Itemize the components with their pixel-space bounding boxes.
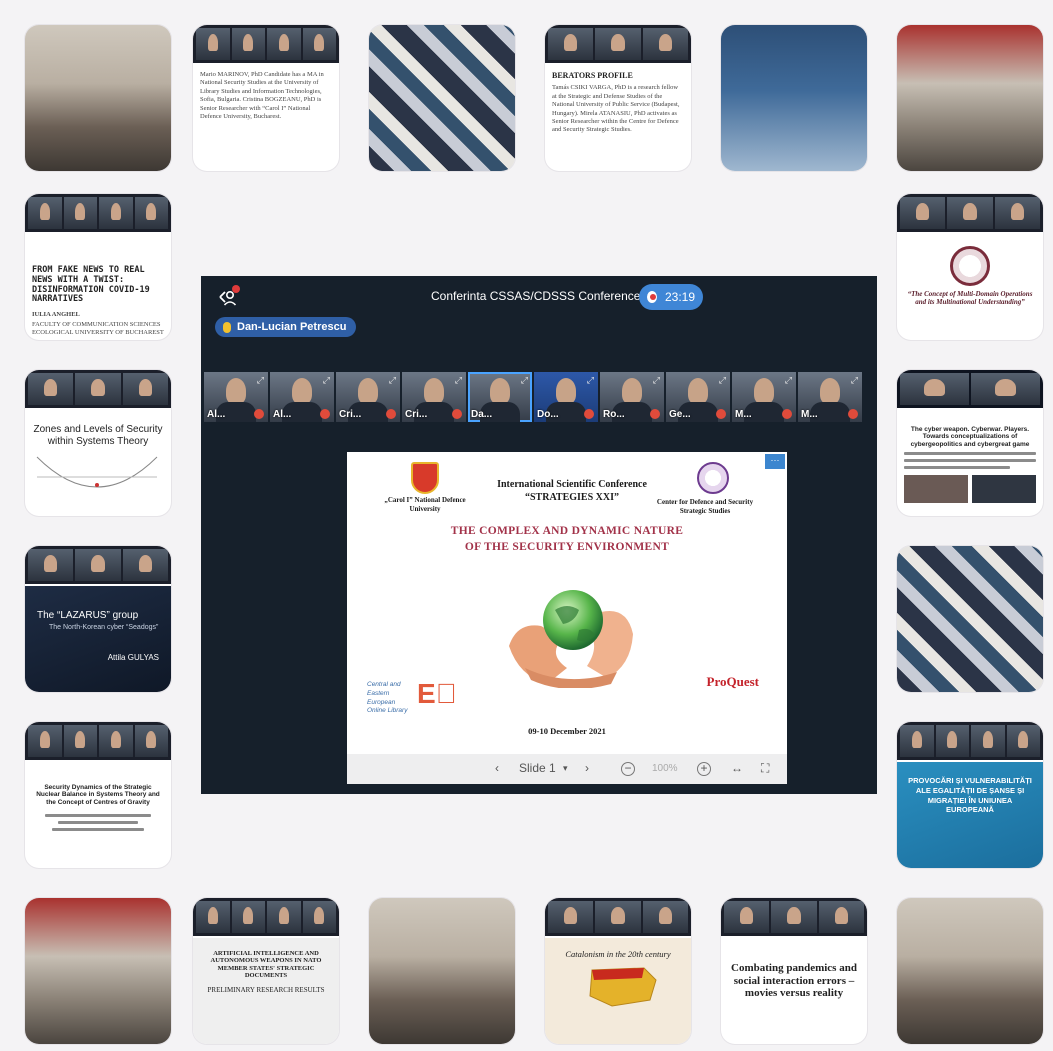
collage-photo-speaker [897, 25, 1043, 171]
collage-slide-cyber-weapon: The cyber weapon. Cyberwar. Players. Tow… [897, 370, 1043, 516]
expand-icon[interactable]: ⤢ [719, 375, 726, 386]
muted-mic-icon [584, 409, 594, 419]
muted-mic-icon [320, 409, 330, 419]
ceeol-logo: Central and Eastern European Online Libr… [367, 678, 457, 715]
participant-tile[interactable]: ⤢ M... [798, 372, 862, 422]
active-speaker-name: Dan-Lucian Petrescu [237, 321, 347, 333]
muted-mic-icon [254, 409, 264, 419]
ceeol-e-icon: E⃒ [417, 678, 457, 709]
collage-photo-office-officer [25, 898, 171, 1044]
expand-icon[interactable]: ⤢ [653, 375, 660, 386]
slide-menu-button[interactable]: ··· [765, 454, 785, 469]
globe-in-hands-image [509, 590, 633, 688]
cyber-slide-photos [904, 475, 1036, 504]
collage-slide-collaborators-profile: Mario MARINOV, PhD Candidate has a MA in… [193, 25, 339, 171]
muted-mic-icon [782, 409, 792, 419]
collage-slide-collaborators-profile-2: BERATORS PROFILE Tamás CSIKI VARGA, PhD … [545, 25, 691, 171]
collage-photo-publications [721, 25, 867, 171]
collage-photo-participant-laptop [369, 898, 515, 1044]
ndu-crest-icon [411, 462, 439, 494]
fit-width-icon[interactable]: ↔ [731, 761, 743, 775]
zoom-level: 100% [652, 763, 678, 774]
spain-map-icon [589, 967, 657, 1007]
lazarus-title: The “LAZARUS” group [37, 610, 139, 621]
chevron-down-icon[interactable]: ▾ [563, 763, 568, 774]
timer-text: 23:19 [664, 290, 695, 304]
collage-slide-ai-weapons: ARTIFICIAL INTELLIGENCE AND AUTONOMOUS W… [193, 898, 339, 1044]
expand-icon[interactable]: ⤢ [587, 375, 594, 386]
conference-name: International Scientific Conference “STR… [497, 479, 647, 503]
conference-theme: THE COMPLEX AND DYNAMIC NATURE OF THE SE… [450, 525, 684, 553]
conference-topbar: Conferinta CSSAS/CDSSS Conference 23:19 [201, 276, 877, 318]
collage-slide-zones-security: Zones and Levels of Security within Syst… [25, 370, 171, 516]
collage-slide-pandemics: Combating pandemics and social interacti… [721, 898, 867, 1044]
security-zones-diagram [36, 456, 158, 488]
participant-tile[interactable]: ⤢ Ro... [600, 372, 664, 422]
conference-window: Conferinta CSSAS/CDSSS Conference 23:19 … [201, 276, 877, 794]
participant-tile[interactable]: ⤢ Cri... [336, 372, 400, 422]
fullscreen-icon[interactable]: ⛶ [761, 761, 769, 776]
cdsss-name: Center for Defence and Security Strategi… [656, 498, 754, 515]
lazarus-author: Attila GULYAS [107, 653, 159, 662]
participant-tile[interactable]: ⤢ Cri... [402, 372, 466, 422]
expand-icon[interactable]: ⤢ [521, 375, 528, 386]
muted-mic-icon [452, 409, 462, 419]
active-speaker-badge: Dan-Lucian Petrescu [215, 317, 357, 337]
collage-photo-publications-grid [897, 546, 1043, 692]
muted-mic-icon [386, 409, 396, 419]
collage-slide-fake-news: FROM FAKE NEWS TO REAL NEWS WITH A TWIST… [25, 194, 171, 340]
collage-photo-mosaic [369, 25, 515, 171]
microphone-icon [223, 321, 231, 333]
conference-title: Conferinta CSSAS/CDSSS Conference [431, 289, 641, 303]
provocari-title: PROVOCĂRI ȘI VULNERABILITĂȚI ALE EGALITĂ… [908, 776, 1032, 815]
participant-strip: ⤢ Al... ⤢ Al... ⤢ Cri... ⤢ Cri... ⤢ Da... ⤢ Do… [204, 372, 876, 422]
muted-mic-icon [848, 409, 858, 419]
recording-timer[interactable]: 23:19 [639, 284, 703, 310]
expand-icon[interactable]: ⤢ [323, 375, 330, 386]
collage-photo-officer-computer [897, 898, 1043, 1044]
proquest-logo: ProQuest [706, 674, 759, 689]
exit-call-icon[interactable] [216, 285, 240, 308]
collage-slide-multidomain: “The Concept of Multi-Domain Operations … [897, 194, 1043, 340]
expand-icon[interactable]: ⤢ [851, 375, 858, 386]
collage-slide-nuclear-balance: Security Dynamics of the Strategic Nucle… [25, 722, 171, 868]
participant-tile[interactable]: ⤢ Al... [204, 372, 268, 422]
conference-dates: 09-10 December 2021 [528, 726, 606, 736]
record-icon [647, 291, 657, 303]
lazarus-subtitle: The North-Korean cyber “Seadogs” [49, 624, 159, 631]
shared-slide: ··· „Carol I” National Defence Universit… [347, 452, 787, 784]
participant-tile[interactable]: ⤢ Do... [534, 372, 598, 422]
zoom-in-icon[interactable]: + [697, 762, 711, 776]
participant-tile[interactable]: ⤢ Al... [270, 372, 334, 422]
collage-photo-participant [25, 25, 171, 171]
muted-mic-icon [716, 409, 726, 419]
collage-slide-catalonia: Catalonism in the 20th century [545, 898, 691, 1044]
expand-icon[interactable]: ⤢ [785, 375, 792, 386]
expand-icon[interactable]: ⤢ [389, 375, 396, 386]
muted-mic-icon [650, 409, 660, 419]
ndu-name: „Carol I” National Defence University [384, 496, 466, 513]
collage-slide-lazarus: The “LAZARUS” group The North-Korean cyb… [25, 546, 171, 692]
expand-icon[interactable]: ⤢ [257, 375, 264, 386]
participant-tile[interactable]: ⤢ M... [732, 372, 796, 422]
cdsss-seal-icon [950, 246, 990, 286]
participant-tile[interactable]: ⤢ Ge... [666, 372, 730, 422]
slide-number[interactable]: Slide 1 [519, 761, 556, 775]
chevron-right-icon[interactable]: › [585, 761, 589, 775]
cdsss-seal-icon [697, 462, 729, 494]
zoom-out-icon[interactable]: − [621, 762, 635, 776]
slide-controls: ‹ Slide 1 ▾ › − 100% + ↔ ⛶ [347, 754, 787, 784]
collage-slide-provocari: PROVOCĂRI ȘI VULNERABILITĂȚI ALE EGALITĂ… [897, 722, 1043, 868]
participant-tile-active[interactable]: ⤢ Da... [468, 372, 532, 422]
expand-icon[interactable]: ⤢ [455, 375, 462, 386]
chevron-left-icon[interactable]: ‹ [495, 761, 499, 775]
